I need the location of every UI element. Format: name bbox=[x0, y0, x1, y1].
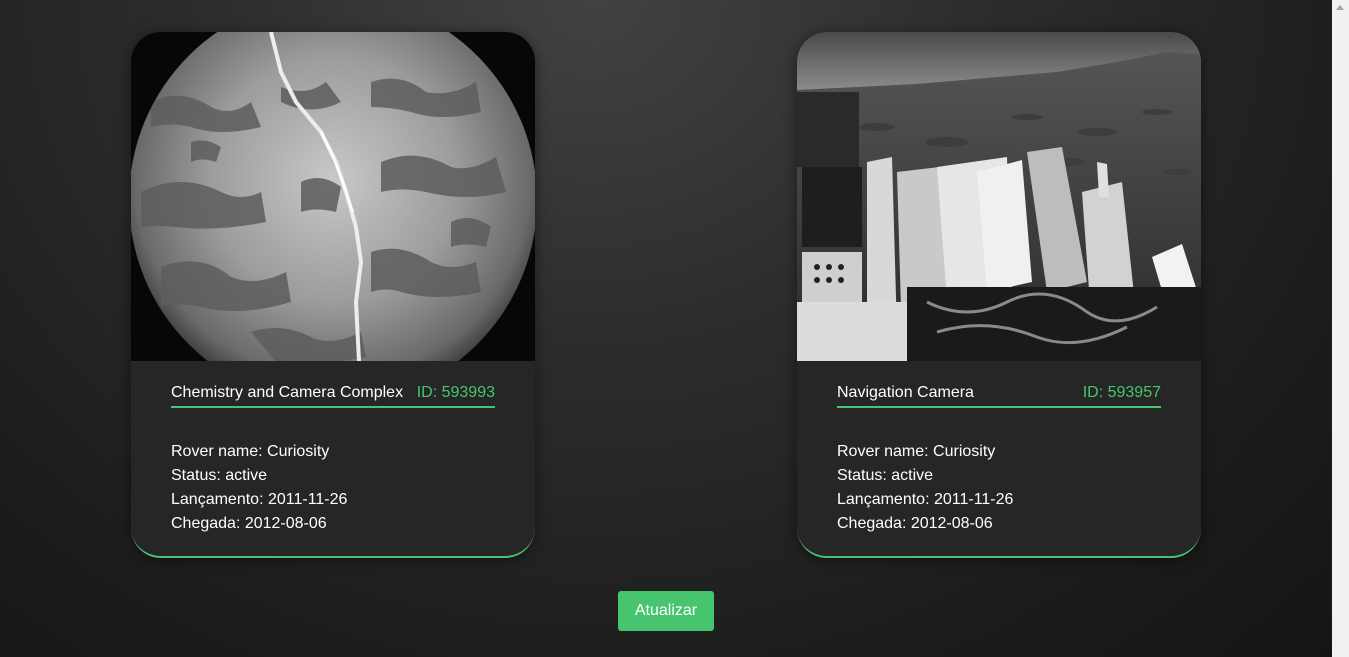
camera-title-row: Chemistry and Camera Complex ID: 593993 bbox=[171, 384, 495, 408]
rover-photo-card: Chemistry and Camera Complex ID: 593993 … bbox=[131, 32, 535, 558]
vertical-scrollbar[interactable] bbox=[1332, 0, 1349, 657]
rover-photo bbox=[797, 32, 1201, 361]
camera-title-row: Navigation Camera ID: 593957 bbox=[837, 384, 1161, 408]
rover-info: Rover name: Curiosity Status: active Lan… bbox=[171, 440, 347, 536]
rover-photo-card: Navigation Camera ID: 593957 Rover name:… bbox=[797, 32, 1201, 558]
launch-date: Lançamento: 2011-11-26 bbox=[171, 491, 348, 508]
rover-photo bbox=[131, 32, 535, 361]
camera-name: Chemistry and Camera Complex bbox=[171, 384, 404, 401]
refresh-button[interactable]: Atualizar bbox=[618, 591, 714, 631]
photo-id: ID: 593993 bbox=[416, 384, 495, 401]
rover-name: Rover name: Curiosity bbox=[837, 443, 996, 460]
camera-name: Navigation Camera bbox=[837, 384, 974, 401]
rover-status: Status: active bbox=[837, 467, 934, 484]
photo-id: ID: 593957 bbox=[1082, 384, 1161, 401]
landing-date: Chegada: 2012-08-06 bbox=[837, 515, 993, 532]
launch-date: Lançamento: 2011-11-26 bbox=[837, 491, 1014, 508]
scroll-up-arrow-icon[interactable] bbox=[1336, 5, 1344, 10]
landing-date: Chegada: 2012-08-06 bbox=[171, 515, 327, 532]
rover-info: Rover name: Curiosity Status: active Lan… bbox=[837, 440, 1013, 536]
rover-status: Status: active bbox=[171, 467, 268, 484]
rover-name: Rover name: Curiosity bbox=[171, 443, 330, 460]
